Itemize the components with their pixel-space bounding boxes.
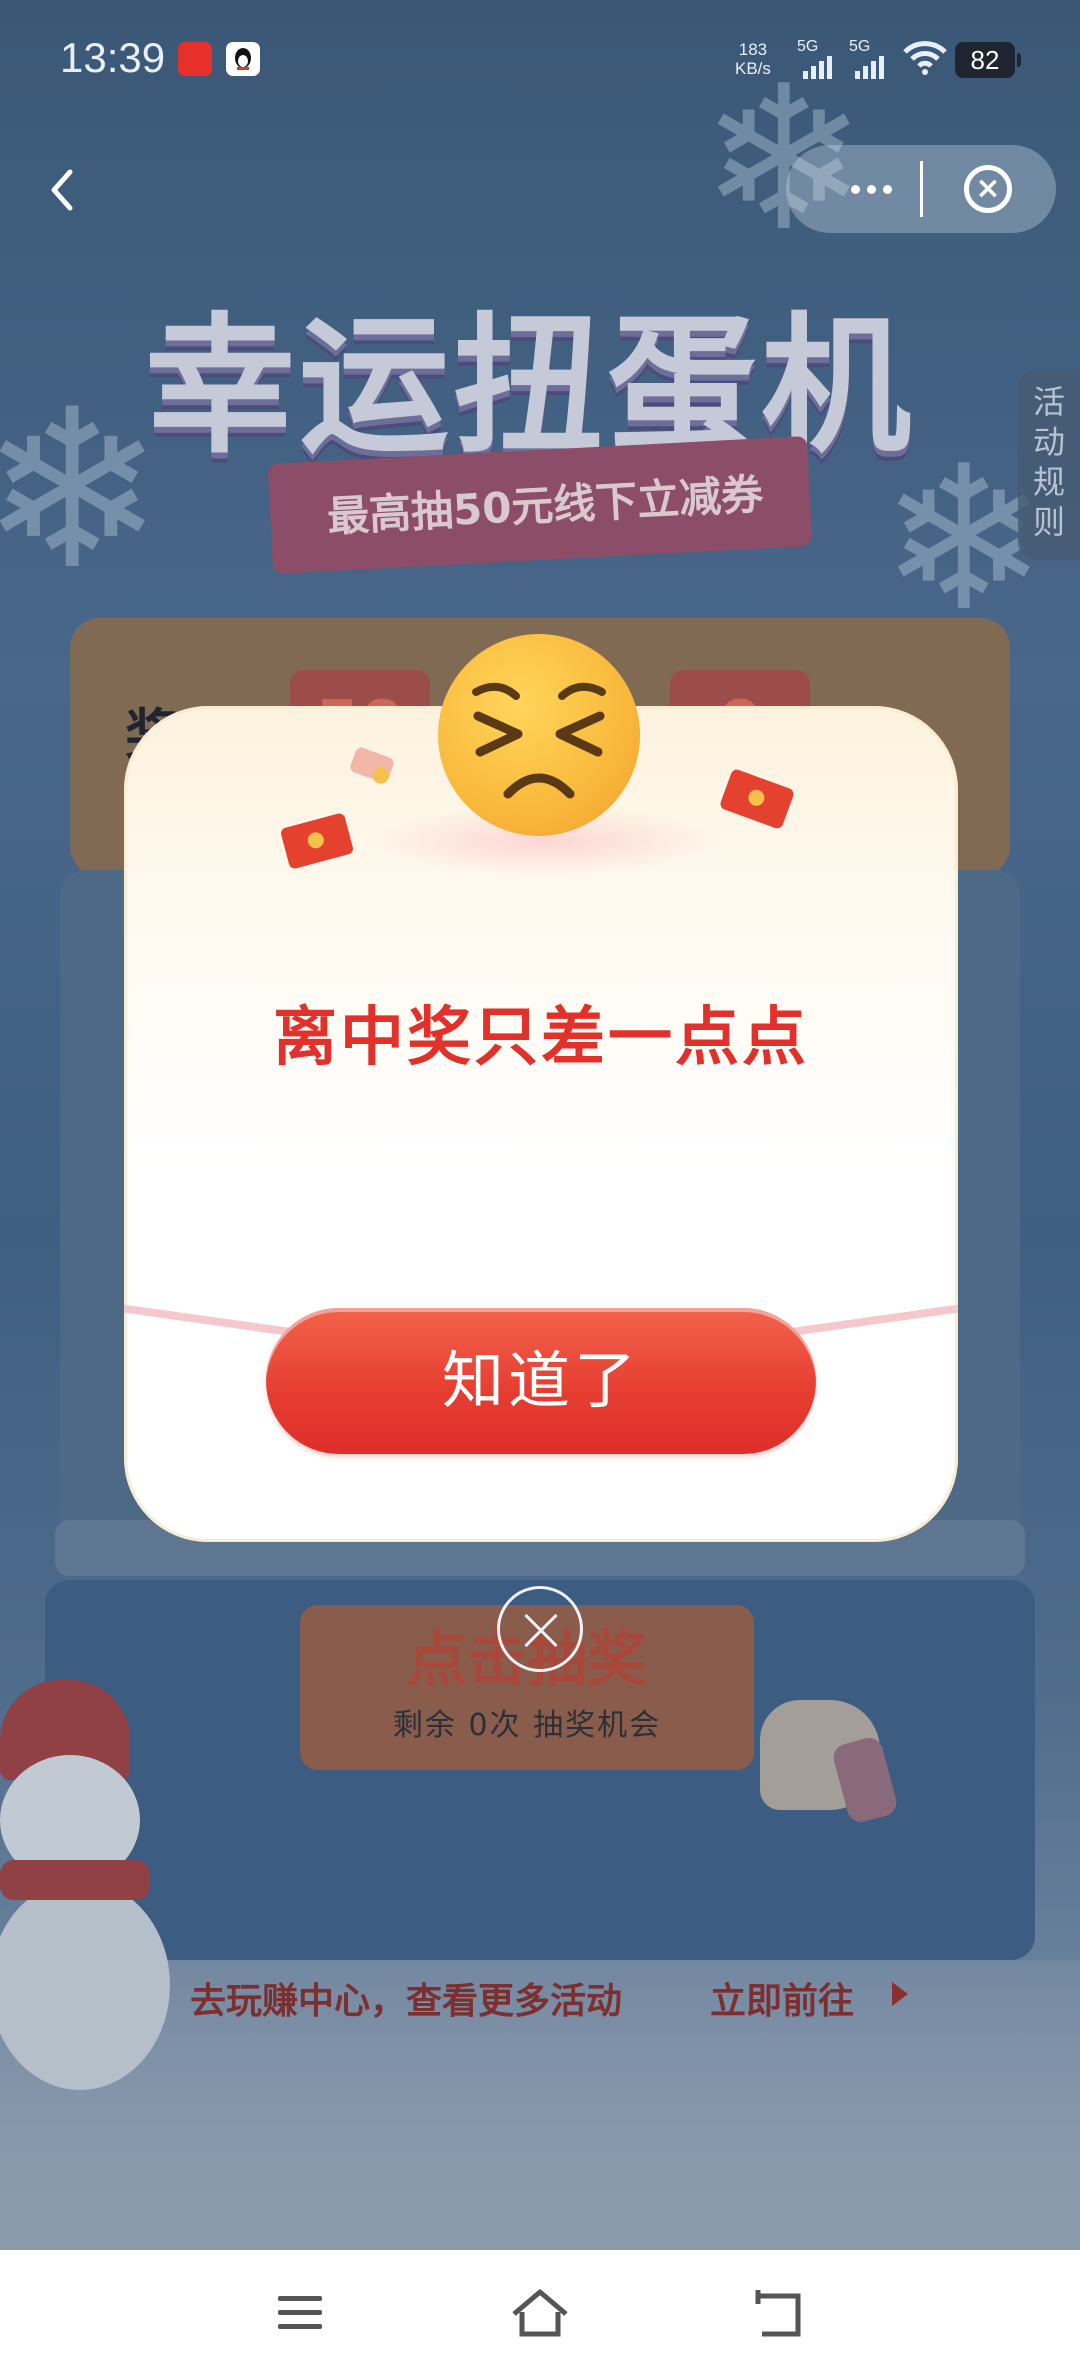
system-nav-bar <box>0 2250 1080 2376</box>
qq-icon <box>226 42 260 76</box>
capsule-divider <box>920 161 923 217</box>
rules-char: 规 <box>1032 463 1065 501</box>
red-envelope-icon <box>279 812 355 870</box>
more-button[interactable] <box>826 145 916 233</box>
status-bar: 13:39 183 KB/s 5G 5G 82 <box>0 0 1080 120</box>
rules-char: 动 <box>1032 423 1065 461</box>
rules-tab[interactable]: 活 动 规 则 <box>1018 370 1080 560</box>
battery-icon: 82 <box>955 42 1021 78</box>
home-icon[interactable] <box>500 2278 580 2348</box>
status-time: 13:39 <box>60 34 166 81</box>
mini-program-capsule: × <box>786 145 1056 233</box>
back-button[interactable] <box>40 160 84 220</box>
close-mini-program-button[interactable]: × <box>964 165 1012 213</box>
promo-bar[interactable]: 去玩赚中心，查看更多活动 立即前往 <box>130 1958 940 2038</box>
red-envelope-icon <box>348 745 396 785</box>
wifi-icon <box>902 40 948 80</box>
chevron-left-icon <box>51 169 73 211</box>
got-it-button[interactable]: 知道了 <box>266 1308 816 1454</box>
network-speed-value: 183 <box>738 40 768 59</box>
menu-icon[interactable] <box>260 2278 340 2348</box>
signal-type-label: 5G <box>797 38 819 55</box>
play-arrow-icon <box>892 1982 908 2006</box>
back-icon[interactable] <box>740 2278 820 2348</box>
promo-text: 去玩赚中心，查看更多活动 <box>190 1981 623 2022</box>
promo-link[interactable]: 立即前往 <box>710 1972 854 2024</box>
modal-headline: 离中奖只差一点点 <box>273 1001 809 1075</box>
modal-close-button[interactable] <box>497 1586 583 1672</box>
rules-char: 活 <box>1032 383 1065 421</box>
network-speed: 183 KB/s <box>735 40 771 78</box>
red-envelope-icon <box>718 767 796 831</box>
rules-char: 则 <box>1032 503 1065 541</box>
signal-type-label: 5G <box>849 38 871 55</box>
snowman-scarf <box>0 1860 150 1900</box>
draw-remaining: 剩余 0次 抽奖机会 <box>392 1708 662 1743</box>
sad-face-emoji-icon <box>438 634 640 836</box>
app-notification-icon <box>178 42 212 76</box>
network-speed-unit: KB/s <box>735 59 771 78</box>
